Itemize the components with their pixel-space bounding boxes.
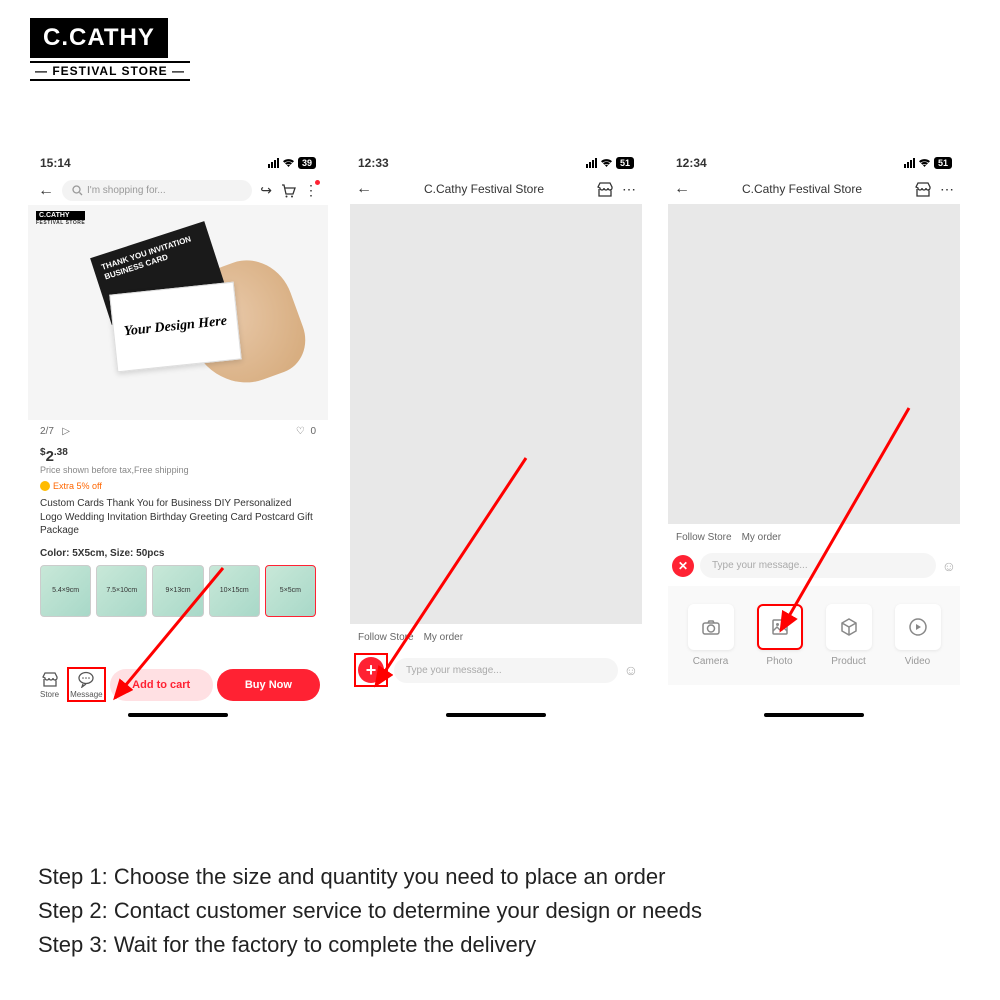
instruction-steps: Step 1: Choose the size and quantity you… <box>38 860 702 962</box>
status-bar: 15:14 39 <box>28 150 328 176</box>
camera-icon <box>700 616 722 638</box>
store-icon[interactable] <box>914 181 932 197</box>
step-2: Step 2: Contact customer service to dete… <box>38 894 702 928</box>
top-nav: ← I'm shopping for... ↪ ⋮ <box>28 176 328 205</box>
image-index: 2/7 <box>40 426 54 437</box>
step-3: Step 3: Wait for the factory to complete… <box>38 928 702 962</box>
store-button[interactable]: Store <box>36 668 63 701</box>
swatch-option[interactable]: 9×13cm <box>152 565 203 617</box>
message-input[interactable]: Type your message... <box>700 553 936 578</box>
chat-body[interactable] <box>350 204 642 624</box>
status-icons: 51 <box>904 157 952 169</box>
swatch-option[interactable]: 5.4×9cm <box>40 565 91 617</box>
status-icons: 39 <box>268 157 316 169</box>
battery-icon: 51 <box>934 157 952 169</box>
search-input[interactable]: I'm shopping for... <box>62 180 252 201</box>
product-image[interactable]: C.CATHY FESTIVAL STORE THANK YOU INVITAT… <box>28 205 328 420</box>
battery-icon: 39 <box>298 157 316 169</box>
more-icon[interactable]: ⋯ <box>622 181 636 198</box>
chat-title: C.Cathy Festival Store <box>380 182 588 196</box>
home-indicator <box>446 713 546 717</box>
more-icon[interactable]: ⋯ <box>940 181 954 198</box>
battery-icon: 51 <box>616 157 634 169</box>
logo-subtitle: — FESTIVAL STORE — <box>30 61 190 81</box>
swatch-option-selected[interactable]: 5×5cm <box>265 565 316 617</box>
variant-label: Color: 5X5cm, Size: 50pcs <box>28 542 328 565</box>
more-icon[interactable]: ⋮ <box>304 182 318 199</box>
variant-swatches: 5.4×9cm 7.5×10cm 9×13cm 10×15cm 5×5cm <box>28 565 328 617</box>
watermark-logo: C.CATHY FESTIVAL STORE <box>36 211 85 226</box>
bottom-action-bar: Store Message Add to cart Buy Now <box>28 667 328 702</box>
attach-plus-button[interactable]: + <box>358 657 384 683</box>
attach-video[interactable]: Video <box>895 604 941 667</box>
wifi-icon <box>600 158 613 168</box>
photo-icon <box>769 616 791 638</box>
clock: 12:34 <box>676 156 707 170</box>
phone-screenshot-3: 12:34 51 ← C.Cathy Festival Store ⋯ Foll… <box>664 150 964 720</box>
search-icon <box>72 185 83 196</box>
status-bar: 12:34 51 <box>664 150 964 176</box>
status-bar: 12:33 51 <box>346 150 646 176</box>
follow-store-tab[interactable]: Follow Store <box>358 632 414 643</box>
emoji-icon[interactable]: ☺ <box>942 558 956 574</box>
attach-close-button[interactable]: ✕ <box>672 555 694 577</box>
search-placeholder: I'm shopping for... <box>87 185 166 196</box>
chat-tabs: Follow Store My order <box>664 526 964 549</box>
wifi-icon <box>918 158 931 168</box>
message-input[interactable]: Type your message... <box>394 658 618 683</box>
home-indicator <box>764 713 864 717</box>
back-icon[interactable]: ← <box>674 180 690 198</box>
swatch-option[interactable]: 10×15cm <box>209 565 260 617</box>
message-input-row: + Type your message... ☺ <box>346 649 646 691</box>
cart-icon[interactable] <box>280 183 296 199</box>
white-card-text: Your Design Here <box>109 281 241 372</box>
image-counter-bar: 2/7 ▷ ♡ 0 <box>28 420 328 443</box>
add-to-cart-button[interactable]: Add to cart <box>110 669 213 701</box>
step-1: Step 1: Choose the size and quantity you… <box>38 860 702 894</box>
emoji-icon[interactable]: ☺ <box>624 662 638 678</box>
back-icon[interactable]: ← <box>356 180 372 198</box>
clock: 12:33 <box>358 156 389 170</box>
status-icons: 51 <box>586 157 634 169</box>
product-icon <box>838 616 860 638</box>
wifi-icon <box>282 158 295 168</box>
home-indicator <box>128 713 228 717</box>
product-price: $2.38 <box>40 448 68 465</box>
swatch-option[interactable]: 7.5×10cm <box>96 565 147 617</box>
brand-logo: C.CATHY — FESTIVAL STORE — <box>30 18 190 81</box>
clock: 15:14 <box>40 156 71 170</box>
message-input-row: ✕ Type your message... ☺ <box>664 549 964 582</box>
like-button[interactable]: ♡ 0 <box>296 426 316 437</box>
phone-screenshot-1: 15:14 39 ← I'm shopping for... ↪ ⋮ C.CAT… <box>28 150 328 720</box>
chat-header: ← C.Cathy Festival Store ⋯ <box>664 176 964 202</box>
attach-photo[interactable]: Photo <box>757 604 803 667</box>
my-order-tab[interactable]: My order <box>424 632 463 643</box>
attach-camera[interactable]: Camera <box>688 604 734 667</box>
phone-screenshot-2: 12:33 51 ← C.Cathy Festival Store ⋯ Foll… <box>346 150 646 720</box>
attach-product[interactable]: Product <box>826 604 872 667</box>
signal-icon <box>268 158 279 168</box>
chat-body[interactable] <box>668 204 960 524</box>
my-order-tab[interactable]: My order <box>742 532 781 543</box>
logo-text: C.CATHY <box>30 18 168 58</box>
follow-store-tab[interactable]: Follow Store <box>676 532 732 543</box>
discount-badge: Extra 5% off <box>28 479 328 493</box>
product-title: Custom Cards Thank You for Business DIY … <box>28 493 328 542</box>
message-button[interactable]: Message <box>67 667 105 702</box>
price-note: Price shown before tax,Free shipping <box>40 465 316 475</box>
chat-tabs: Follow Store My order <box>346 626 646 649</box>
video-icon <box>907 616 929 638</box>
chat-header: ← C.Cathy Festival Store ⋯ <box>346 176 646 202</box>
back-icon[interactable]: ← <box>38 182 54 200</box>
store-icon[interactable] <box>596 181 614 197</box>
chat-title: C.Cathy Festival Store <box>698 182 906 196</box>
buy-now-button[interactable]: Buy Now <box>217 669 320 701</box>
attachment-grid: Camera Photo Product Video <box>668 586 960 685</box>
share-icon[interactable]: ↪ <box>260 182 272 199</box>
